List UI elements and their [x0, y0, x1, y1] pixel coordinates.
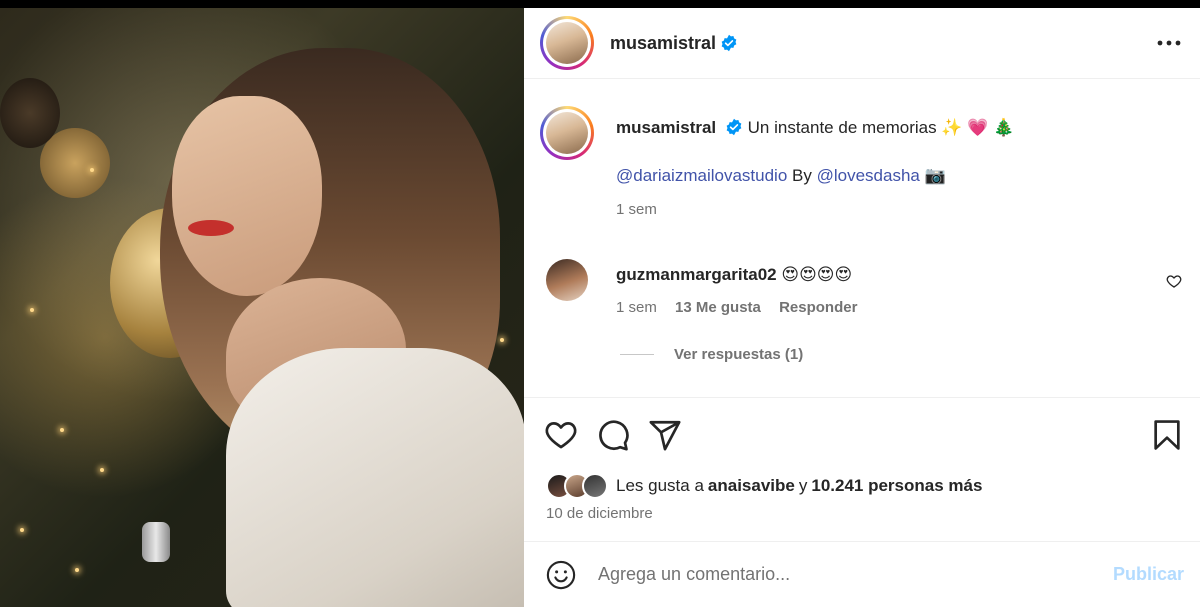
- sweater: [226, 348, 524, 607]
- commenter-avatar[interactable]: [546, 259, 588, 301]
- post-date[interactable]: 10 de diciembre: [546, 505, 653, 522]
- lips: [188, 220, 234, 236]
- comments-section[interactable]: musamistral Un instante de memorias ✨ 💗 …: [524, 80, 1200, 397]
- watch: [142, 522, 170, 562]
- post-panel: musamistral musamistral Un instante de m…: [524, 8, 1200, 607]
- liker-avatars: [546, 473, 608, 499]
- comment-item: guzmanmargarita02 😍😍😍😍 1 sem 13 Me gusta…: [540, 259, 1184, 316]
- author-username[interactable]: musamistral: [610, 33, 716, 54]
- share-icon[interactable]: [648, 418, 682, 452]
- comment-like-heart-icon[interactable]: [1166, 273, 1182, 289]
- liker-username[interactable]: anaisavibe: [708, 476, 795, 496]
- caption-by: By: [792, 166, 812, 185]
- comment-input[interactable]: [598, 564, 1113, 585]
- post-image[interactable]: [0, 8, 524, 607]
- publish-button[interactable]: Publicar: [1113, 564, 1184, 585]
- caption-avatar[interactable]: [540, 106, 594, 160]
- likes-count[interactable]: 10.241 personas más: [811, 476, 982, 496]
- action-bar: [524, 397, 1200, 477]
- caption-text: Un instante de memorias: [747, 118, 937, 137]
- likes-summary[interactable]: Les gusta a anaisavibe y 10.241 personas…: [546, 473, 986, 499]
- caption: musamistral Un instante de memorias ✨ 💗 …: [540, 106, 1184, 221]
- comment-icon[interactable]: [596, 418, 630, 452]
- caption-username[interactable]: musamistral: [616, 118, 716, 137]
- replies-divider: [620, 354, 654, 355]
- emoji-icon[interactable]: [546, 560, 576, 590]
- camera-emoji: 📷: [924, 166, 946, 185]
- likes-prefix: Les gusta a: [616, 476, 704, 495]
- view-replies-label: Ver respuestas (1): [674, 346, 804, 363]
- more-options-button[interactable]: [1154, 31, 1184, 55]
- caption-time[interactable]: 1 sem: [616, 199, 1014, 221]
- more-horizontal-icon: [1157, 40, 1181, 46]
- comment-composer: Publicar: [524, 541, 1200, 607]
- likes-and: y: [798, 476, 808, 495]
- commenter-username[interactable]: guzmanmargarita02: [616, 265, 777, 285]
- heart-icon[interactable]: [544, 418, 578, 452]
- author-avatar[interactable]: [540, 16, 594, 70]
- mention-link[interactable]: @lovesdasha: [817, 166, 920, 185]
- comment-text: 😍😍😍😍: [781, 265, 853, 284]
- caption-emojis: ✨ 💗 🎄: [941, 118, 1015, 137]
- comment-time[interactable]: 1 sem: [616, 299, 657, 316]
- face: [172, 96, 322, 296]
- post-header: musamistral: [524, 8, 1200, 79]
- bookmark-icon[interactable]: [1150, 418, 1184, 452]
- comment-likes[interactable]: 13 Me gusta: [675, 299, 761, 316]
- mention-link[interactable]: @dariaizmailovastudio: [616, 166, 787, 185]
- verified-badge-icon: [726, 118, 742, 136]
- verified-badge-icon: [721, 34, 737, 52]
- reply-button[interactable]: Responder: [779, 299, 857, 316]
- view-replies-button[interactable]: Ver respuestas (1): [620, 346, 1184, 363]
- pinecone: [0, 78, 60, 148]
